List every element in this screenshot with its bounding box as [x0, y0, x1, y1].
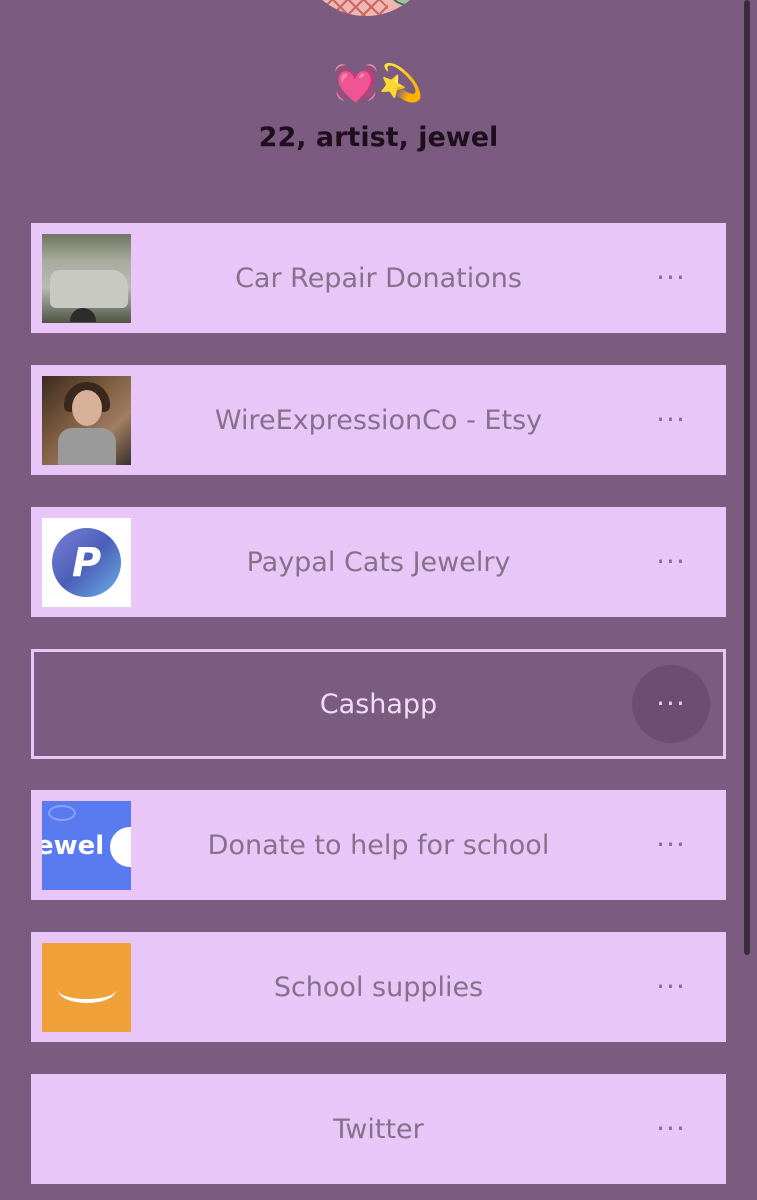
- avatar-pattern: [308, 0, 388, 16]
- link-label: Twitter: [333, 1113, 424, 1145]
- link-label: Car Repair Donations: [235, 262, 522, 294]
- more-options-icon[interactable]: ···: [632, 665, 710, 743]
- avatar-leaf-icon: [390, 0, 426, 6]
- more-options-icon[interactable]: ···: [632, 806, 710, 884]
- more-options-icon[interactable]: ···: [632, 948, 710, 1026]
- link-cashapp[interactable]: Cashapp ···: [31, 649, 726, 759]
- profile-emojis: 💓💫: [333, 63, 424, 104]
- paypal-logo-icon: P: [42, 518, 131, 607]
- link-twitter[interactable]: Twitter ···: [31, 1074, 726, 1184]
- scrollbar-thumb[interactable]: [744, 0, 750, 955]
- link-thumbnail-jewel-banner: ewel: [42, 801, 131, 890]
- link-car-repair-donations[interactable]: Car Repair Donations ···: [31, 223, 726, 333]
- link-donate-school[interactable]: ewel Donate to help for school ···: [31, 790, 726, 900]
- profile-avatar[interactable]: [298, 0, 434, 16]
- link-thumbnail-person: [42, 376, 131, 465]
- link-label: Cashapp: [319, 688, 438, 720]
- more-options-icon[interactable]: ···: [632, 1090, 710, 1168]
- link-label: WireExpressionCo - Etsy: [214, 404, 543, 436]
- link-thumbnail-car: [42, 234, 131, 323]
- profile-bio: 22, artist, jewel: [258, 122, 499, 153]
- link-label: Paypal Cats Jewelry: [246, 546, 511, 578]
- amazon-logo-icon: [42, 943, 131, 1032]
- link-label: School supplies: [273, 971, 484, 1003]
- link-label: Donate to help for school: [207, 829, 550, 861]
- more-options-icon[interactable]: ···: [632, 381, 710, 459]
- link-wireexpressionco-etsy[interactable]: WireExpressionCo - Etsy ···: [31, 365, 726, 475]
- more-options-icon[interactable]: ···: [632, 239, 710, 317]
- link-school-supplies[interactable]: School supplies ···: [31, 932, 726, 1042]
- link-paypal-cats-jewelry[interactable]: P Paypal Cats Jewelry ···: [31, 507, 726, 617]
- more-options-icon[interactable]: ···: [632, 523, 710, 601]
